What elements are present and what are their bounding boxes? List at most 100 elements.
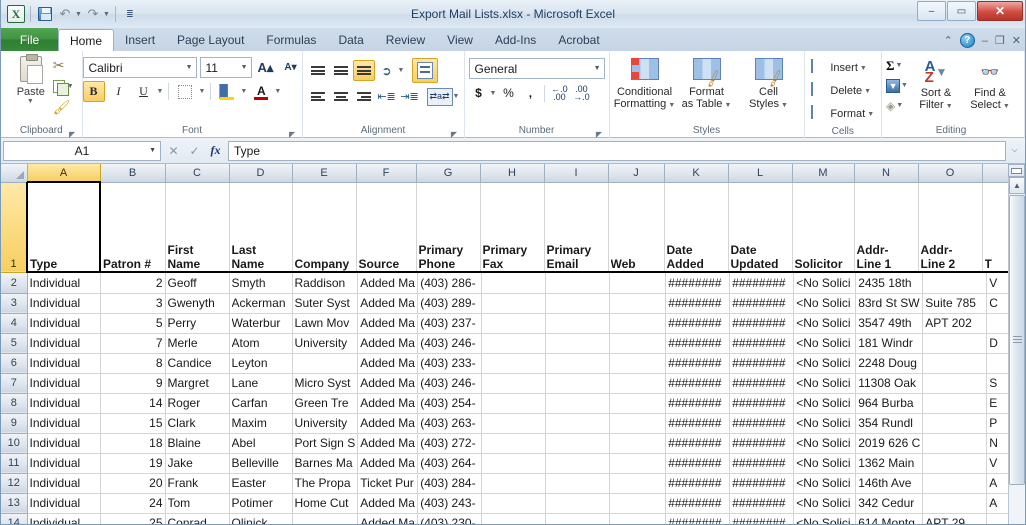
cell-N1[interactable]: Addr- Line 1 xyxy=(854,182,919,273)
percent-button[interactable]: % xyxy=(498,83,518,103)
font-name-combo[interactable]: Calibri ▼ xyxy=(82,57,197,78)
column-header-D[interactable]: D xyxy=(229,164,293,183)
currency-button[interactable]: $ xyxy=(469,83,489,103)
chevron-down-icon[interactable]: ▼ xyxy=(590,65,601,72)
cell-K10[interactable]: ######## xyxy=(665,433,731,454)
cell-C3[interactable]: Gwenyth xyxy=(165,293,230,314)
cell-H2[interactable] xyxy=(481,273,547,294)
cell-G9[interactable]: (403) 263- xyxy=(417,413,483,434)
cell-C7[interactable]: Margret xyxy=(165,373,230,394)
cell-C10[interactable]: Blaine xyxy=(165,433,230,454)
cell-H5[interactable] xyxy=(481,333,547,354)
cell-J10[interactable] xyxy=(609,433,667,454)
cell-C9[interactable]: Clark xyxy=(165,413,230,434)
cell-M5[interactable]: <No Solici xyxy=(793,333,857,354)
cell-D11[interactable]: Belleville xyxy=(229,453,293,474)
cell-K11[interactable]: ######## xyxy=(665,453,731,474)
cell-K3[interactable]: ######## xyxy=(665,293,731,314)
cell-F10[interactable]: Added Ma xyxy=(357,433,419,454)
tab-formulas[interactable]: Formulas xyxy=(255,29,327,51)
cell-F7[interactable]: Added Ma xyxy=(357,373,419,394)
redo-dropdown-icon[interactable]: ▼ xyxy=(103,11,110,18)
cell-O14[interactable]: APT 29 xyxy=(922,513,988,524)
cell-I4[interactable] xyxy=(545,313,611,334)
undo-icon[interactable]: ↶ xyxy=(56,5,74,23)
cell-G13[interactable]: (403) 243- xyxy=(417,493,483,514)
column-header-L[interactable]: L xyxy=(728,164,793,183)
cell-M13[interactable]: <No Solici xyxy=(793,493,857,514)
autosum-dropdown-icon[interactable]: ▼ xyxy=(896,62,903,69)
cell-D5[interactable]: Atom xyxy=(229,333,293,354)
cell-E10[interactable]: Port Sign S xyxy=(292,433,359,454)
cell-A5[interactable]: Individual xyxy=(27,333,101,354)
cell-E3[interactable]: Suter Syst xyxy=(292,293,359,314)
cell-M1[interactable]: Solicitor xyxy=(792,182,855,273)
cell-I3[interactable] xyxy=(545,293,611,314)
copy-button[interactable]: ▼ xyxy=(52,77,74,96)
cell-H1[interactable]: Primary Fax xyxy=(480,182,545,273)
name-box[interactable]: A1 ▼ xyxy=(3,140,161,161)
column-header-G[interactable]: G xyxy=(416,164,481,183)
cell-M4[interactable]: <No Solici xyxy=(793,313,857,334)
collapse-ribbon-icon[interactable]: ⌃ xyxy=(944,34,953,47)
cell-M8[interactable]: <No Solici xyxy=(793,393,857,414)
cell-A10[interactable]: Individual xyxy=(27,433,101,454)
cell-B5[interactable]: 7 xyxy=(100,333,166,354)
cell-J13[interactable] xyxy=(609,493,667,514)
cell-G3[interactable]: (403) 289- xyxy=(417,293,483,314)
bold-button[interactable]: B xyxy=(82,81,105,102)
cell-G10[interactable]: (403) 272- xyxy=(417,433,483,454)
cell-G4[interactable]: (403) 237- xyxy=(417,313,483,334)
cell-L9[interactable]: ######## xyxy=(729,413,795,434)
cell-E13[interactable]: Home Cut xyxy=(292,493,359,514)
cell-B12[interactable]: 20 xyxy=(100,473,166,494)
cell-O1[interactable]: Addr- Line 2 xyxy=(918,182,983,273)
increase-indent-button[interactable]: ⇥≣ xyxy=(399,86,421,107)
cell-J3[interactable] xyxy=(609,293,667,314)
column-header-N[interactable]: N xyxy=(854,164,919,183)
row-header-12[interactable]: 12 xyxy=(1,473,28,494)
cell-H4[interactable] xyxy=(481,313,547,334)
tab-view[interactable]: View xyxy=(436,29,484,51)
underline-dropdown-icon[interactable]: ▼ xyxy=(157,88,164,95)
align-bottom-button[interactable] xyxy=(352,60,375,81)
cell-I5[interactable] xyxy=(545,333,611,354)
cell-E1[interactable]: Company xyxy=(292,182,357,273)
cell-D2[interactable]: Smyth xyxy=(229,273,293,294)
scroll-up-arrow[interactable]: ▲ xyxy=(1009,177,1025,194)
cell-E6[interactable] xyxy=(292,353,359,374)
cell-N2[interactable]: 2435 18th xyxy=(855,273,924,294)
cell-H12[interactable] xyxy=(481,473,547,494)
cell-D6[interactable]: Leyton xyxy=(229,353,293,374)
number-format-combo[interactable]: General ▼ xyxy=(468,58,605,79)
cell-L8[interactable]: ######## xyxy=(729,393,795,414)
cell-K1[interactable]: Date Added xyxy=(664,182,729,273)
sort-filter-dropdown-icon[interactable]: ▼ xyxy=(946,103,953,110)
cell-A8[interactable]: Individual xyxy=(27,393,101,414)
expand-formula-bar-button[interactable]: ⌵ xyxy=(1006,141,1023,161)
fat-dropdown-icon[interactable]: ▼ xyxy=(724,102,731,109)
cell-B14[interactable]: 25 xyxy=(100,513,166,524)
cell-C4[interactable]: Perry xyxy=(165,313,230,334)
row-header-9[interactable]: 9 xyxy=(1,413,28,434)
grow-font-button[interactable]: A▴ xyxy=(255,57,277,78)
cell-L4[interactable]: ######## xyxy=(729,313,795,334)
cell-H8[interactable] xyxy=(481,393,547,414)
align-center-button[interactable] xyxy=(330,86,352,107)
row-header-14[interactable]: 14 xyxy=(1,513,28,524)
tab-data[interactable]: Data xyxy=(327,29,374,51)
cell-E5[interactable]: University xyxy=(292,333,359,354)
cell-B2[interactable]: 2 xyxy=(100,273,166,294)
cell-A6[interactable]: Individual xyxy=(27,353,101,374)
customize-qat-icon[interactable]: ≣ xyxy=(121,5,139,23)
cell-K8[interactable]: ######## xyxy=(665,393,731,414)
cell-styles-button[interactable]: 🖌 Cell Styles ▼ xyxy=(738,56,800,112)
cell-I1[interactable]: Primary Email xyxy=(544,182,609,273)
borders-button[interactable] xyxy=(174,81,196,102)
cell-H10[interactable] xyxy=(481,433,547,454)
cell-M9[interactable]: <No Solici xyxy=(793,413,857,434)
cell-O12[interactable] xyxy=(922,473,988,494)
cut-button[interactable]: ✂ xyxy=(53,56,74,75)
cell-I14[interactable] xyxy=(545,513,611,524)
cell-B10[interactable]: 18 xyxy=(100,433,166,454)
